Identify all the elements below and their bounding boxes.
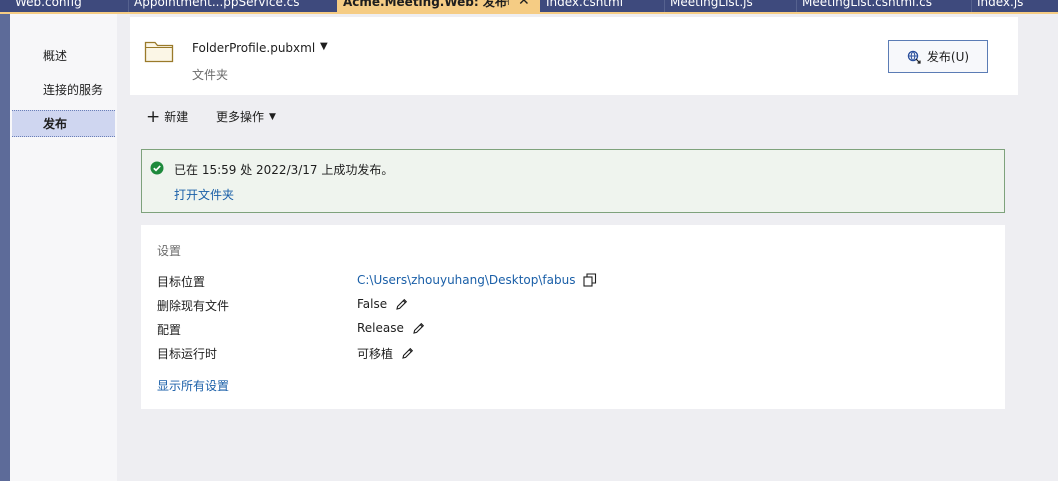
settings-card: 设置 目标位置 C:\Users\zhouyuhang\Desktop\fabu…: [141, 225, 1005, 409]
edit-icon[interactable]: [401, 347, 414, 360]
more-actions-button[interactable]: 更多操作 ▼: [216, 108, 276, 125]
publish-nav: 概述 连接的服务 发布: [10, 14, 117, 481]
setting-value-delete-existing: False: [357, 297, 408, 311]
target-location-link[interactable]: C:\Users\zhouyuhang\Desktop\fabus: [357, 273, 575, 287]
setting-label-target-location: 目标位置: [157, 275, 206, 289]
pin-icon[interactable]: ⊣: [500, 0, 510, 8]
chevron-down-icon: ▼: [269, 111, 276, 122]
tab-publish-active[interactable]: Acme.Meeting.Web: 发布 ⊣ ✕: [337, 0, 540, 12]
new-profile-button[interactable]: + 新建: [146, 108, 188, 125]
profile-type-label: 文件夹: [192, 68, 229, 82]
window-frame-left: [0, 14, 10, 481]
publish-success-banner: 已在 15:59 处 2022/3/17 上成功发布。 打开文件夹: [141, 149, 1005, 213]
settings-title: 设置: [157, 244, 182, 258]
publish-globe-icon: [907, 50, 921, 64]
profile-selector[interactable]: FolderProfile.pubxml: [192, 41, 315, 55]
check-circle-icon: [150, 161, 164, 175]
publish-button[interactable]: 发布(U): [888, 40, 988, 73]
edit-icon[interactable]: [412, 322, 425, 335]
plus-icon: +: [146, 106, 161, 127]
nav-item-publish[interactable]: 发布: [12, 110, 115, 137]
show-all-settings-link[interactable]: 显示所有设置: [157, 377, 229, 394]
copy-icon[interactable]: [583, 273, 597, 287]
tab-appointment-service[interactable]: Appointment...ppService.cs: [128, 0, 337, 12]
setting-value-configuration: Release: [357, 321, 425, 335]
setting-value-target-runtime: 可移植: [357, 345, 414, 362]
folder-icon: [144, 39, 174, 63]
nav-item-overview[interactable]: 概述: [12, 43, 115, 70]
tab-index-js[interactable]: Index.js: [971, 0, 1058, 12]
edit-icon[interactable]: [395, 298, 408, 311]
setting-label-configuration: 配置: [157, 323, 182, 337]
profile-header-card: FolderProfile.pubxml ▼ 文件夹 发布(U): [130, 17, 1018, 95]
tab-web-config[interactable]: Web.config: [9, 0, 129, 12]
publish-status-text: 已在 15:59 处 2022/3/17 上成功发布。: [174, 163, 394, 177]
open-folder-link[interactable]: 打开文件夹: [174, 186, 234, 203]
document-tab-strip: Web.config Appointment...ppService.cs Ac…: [0, 0, 1058, 12]
close-icon[interactable]: ✕: [518, 0, 530, 8]
setting-label-target-runtime: 目标运行时: [157, 347, 218, 361]
chevron-down-icon[interactable]: ▼: [320, 41, 328, 52]
nav-item-connected-services[interactable]: 连接的服务: [12, 77, 115, 104]
tab-meetinglist-js[interactable]: MeetingList.js: [664, 0, 796, 12]
setting-value-target-location: C:\Users\zhouyuhang\Desktop\fabus: [357, 273, 597, 287]
tab-index-cshtml[interactable]: Index.cshtml: [540, 0, 664, 12]
setting-label-delete-existing: 删除现有文件: [157, 299, 230, 313]
tab-meetinglist-cshtml-cs[interactable]: MeetingList.cshtml.cs: [796, 0, 971, 12]
publish-main: FolderProfile.pubxml ▼ 文件夹 发布(U) + 新建 更多…: [117, 14, 1058, 481]
